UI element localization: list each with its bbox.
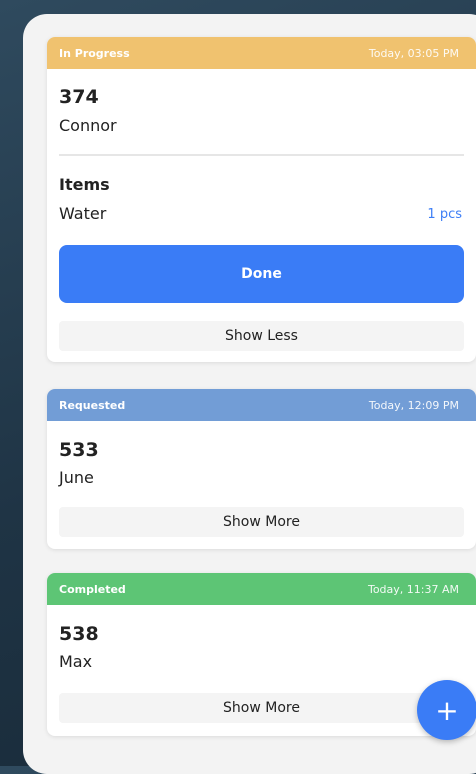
customer-name: June xyxy=(59,468,94,487)
status-badge: In Progress xyxy=(59,46,130,60)
customer-name: Connor xyxy=(59,116,117,135)
show-more-button[interactable]: Show More xyxy=(59,693,464,723)
order-number: 374 xyxy=(59,86,99,108)
card-header: Requested Today, 12:09 PM xyxy=(47,389,476,421)
item-quantity: 1 pcs xyxy=(427,207,462,222)
order-timestamp: Today, 11:37 AM xyxy=(367,582,459,596)
order-card: Requested Today, 12:09 PM 533 June Show … xyxy=(47,389,476,549)
divider xyxy=(59,154,464,156)
show-more-button[interactable]: Show More xyxy=(59,507,464,537)
order-card: Completed Today, 11:37 AM 538 Max Show M… xyxy=(47,573,476,736)
order-timestamp: Today, 03:05 PM xyxy=(368,46,459,60)
done-button[interactable]: Done xyxy=(59,245,464,303)
card-header: In Progress Today, 03:05 PM xyxy=(47,37,476,69)
order-timestamp: Today, 12:09 PM xyxy=(368,398,459,412)
status-badge: Requested xyxy=(59,398,126,412)
order-card: In Progress Today, 03:05 PM 374 Connor I… xyxy=(47,37,476,362)
plus-icon: + xyxy=(435,693,459,727)
add-order-button[interactable]: + xyxy=(417,680,476,740)
customer-name: Max xyxy=(59,652,93,671)
order-number: 533 xyxy=(59,439,99,461)
status-badge: Completed xyxy=(59,582,126,596)
order-number: 538 xyxy=(59,623,99,645)
card-header: Completed Today, 11:37 AM xyxy=(47,573,476,605)
items-heading: Items xyxy=(59,175,110,194)
item-name: Water xyxy=(59,204,107,223)
show-less-button[interactable]: Show Less xyxy=(59,321,464,351)
